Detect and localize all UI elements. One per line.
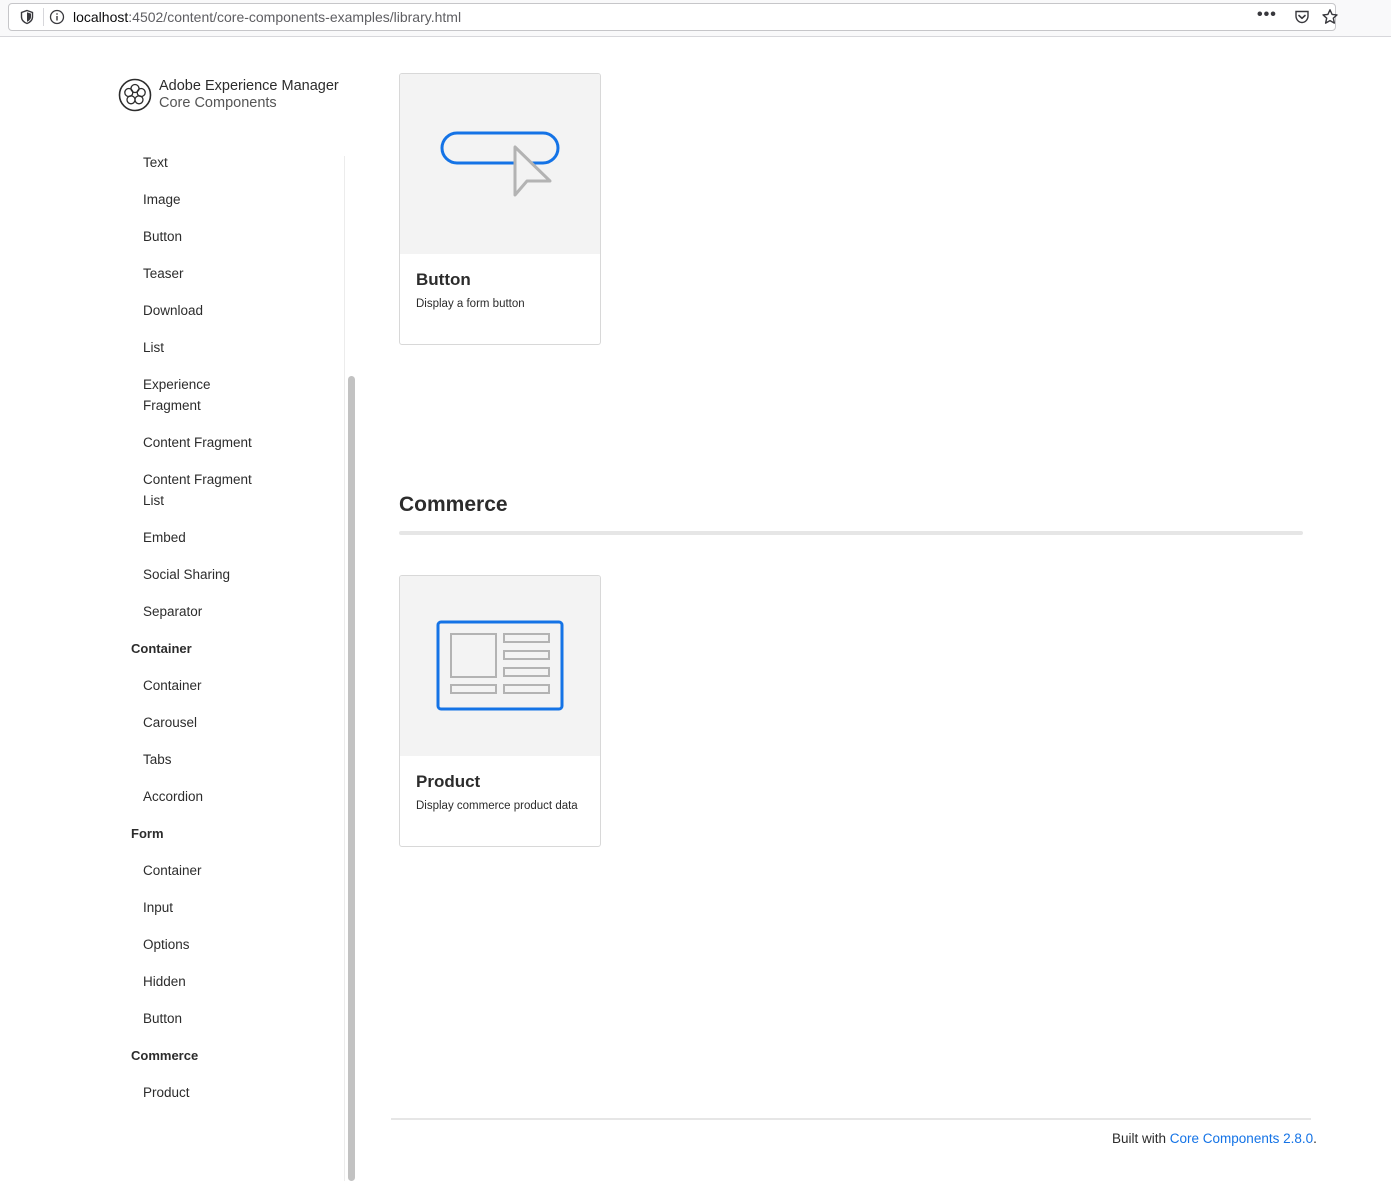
sidebar-item-list[interactable]: List <box>143 337 164 358</box>
sidebar-item-form-hidden[interactable]: Hidden <box>143 971 186 992</box>
sidebar-item-label: Experience <box>143 377 211 392</box>
card-title: Button <box>416 270 471 289</box>
logo-subtitle[interactable]: Core Components <box>159 95 277 111</box>
sidebar-group-container[interactable]: Container <box>131 638 192 659</box>
browser-toolbar: localhost:4502/content/core-components-e… <box>0 0 1391 37</box>
url-host: localhost <box>73 9 129 25</box>
sidebar-item-form-button[interactable]: Button <box>143 1008 182 1029</box>
component-card-product[interactable]: Product Display commerce product data <box>399 575 601 847</box>
footer-prefix: Built with <box>1112 1131 1170 1146</box>
sidebar-item-form-container[interactable]: Container <box>143 860 202 881</box>
button-cursor-icon <box>440 131 560 197</box>
sidebar-group-form[interactable]: Form <box>131 823 164 844</box>
product-layout-icon <box>436 620 564 711</box>
sidebar-item-tabs[interactable]: Tabs <box>143 749 172 770</box>
sidebar-item-download[interactable]: Download <box>143 300 203 321</box>
url-bar[interactable]: localhost:4502/content/core-components-e… <box>8 3 1339 31</box>
section-divider <box>399 531 1303 535</box>
card-media <box>400 74 600 254</box>
component-card-button[interactable]: Button Display a form button <box>399 73 601 345</box>
sidebar-item-embed[interactable]: Embed <box>143 527 186 548</box>
sidebar-item-label: List <box>143 493 165 508</box>
url-path: :4502/content/core-components-examples/l… <box>128 9 462 25</box>
sidebar-item-social-sharing[interactable]: Social Sharing <box>143 564 230 585</box>
sidebar-item-content-fragment[interactable]: Content Fragment <box>143 432 252 453</box>
card-media <box>400 576 600 756</box>
sidebar-group-commerce[interactable]: Commerce <box>131 1045 198 1066</box>
core-components-link[interactable]: Core Components 2.8.0 <box>1170 1131 1313 1146</box>
more-icon[interactable]: ••• <box>1257 6 1277 26</box>
sidebar-item-text[interactable]: Text <box>143 152 168 173</box>
sidebar-item-carousel[interactable]: Carousel <box>143 712 197 733</box>
sidebar-item-content-fragment-list[interactable]: Content Fragment List <box>143 469 252 511</box>
logo-title[interactable]: Adobe Experience Manager <box>159 78 339 94</box>
sidebar-item-container[interactable]: Container <box>143 675 202 696</box>
star-icon[interactable] <box>1321 8 1339 26</box>
card-description: Display commerce product data <box>416 800 578 812</box>
sidebar-scrollbar-thumb[interactable] <box>348 376 355 1181</box>
footer-divider <box>391 1118 1311 1120</box>
sidebar-item-form-input[interactable]: Input <box>143 897 173 918</box>
card-description: Display a form button <box>416 298 525 310</box>
sidebar-item-accordion[interactable]: Accordion <box>143 786 203 807</box>
info-icon[interactable] <box>49 9 65 25</box>
shield-icon[interactable] <box>19 9 35 25</box>
sidebar-item-image[interactable]: Image <box>143 189 181 210</box>
sidebar-item-form-options[interactable]: Options <box>143 934 190 955</box>
aem-logo-icon[interactable] <box>118 78 152 112</box>
footer-suffix: . <box>1313 1131 1317 1146</box>
sidebar-item-teaser[interactable]: Teaser <box>143 263 184 284</box>
url-separator <box>43 8 44 26</box>
sidebar-item-label: Content Fragment <box>143 472 252 487</box>
url-text[interactable]: localhost:4502/content/core-components-e… <box>73 9 461 25</box>
footer-text: Built with Core Components 2.8.0. <box>1112 1131 1317 1146</box>
sidebar-item-button[interactable]: Button <box>143 226 182 247</box>
sidebar-item-separator[interactable]: Separator <box>143 601 202 622</box>
sidebar-item-product[interactable]: Product <box>143 1082 190 1103</box>
sidebar-item-label: Fragment <box>143 398 201 413</box>
sidebar-item-experience-fragment[interactable]: Experience Fragment <box>143 374 211 416</box>
section-title-commerce: Commerce <box>399 493 508 516</box>
pocket-icon[interactable] <box>1294 9 1310 25</box>
card-title: Product <box>416 772 481 791</box>
